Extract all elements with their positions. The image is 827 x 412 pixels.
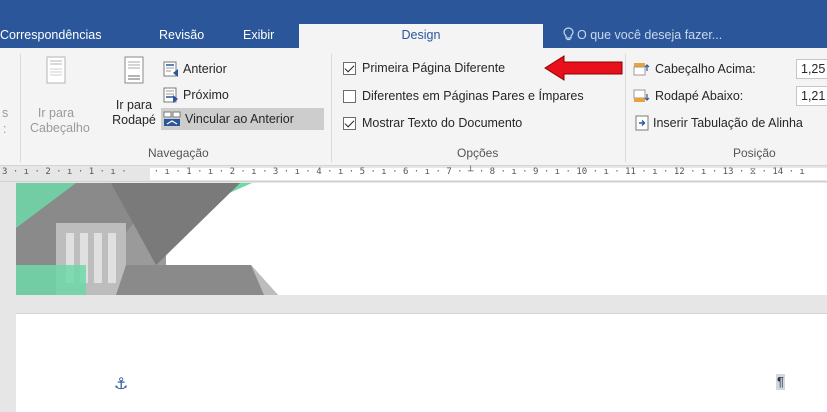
tab-exibir[interactable]: Exibir <box>243 24 274 48</box>
lightbulb-icon <box>563 27 574 41</box>
tab-design[interactable]: Design <box>299 24 543 48</box>
ribbon-design: s : Ir para Cabeçalho Ir para Rodapé Ant… <box>0 48 827 166</box>
cut-off-label-2: : <box>3 122 7 136</box>
document-area: ⚓ ¶ <box>0 183 827 412</box>
page-header-area[interactable] <box>16 183 827 295</box>
checkbox-unchecked[interactable] <box>343 89 356 103</box>
link-to-previous-icon <box>163 111 181 126</box>
previous-button[interactable]: Anterior <box>163 58 227 80</box>
horizontal-ruler[interactable]: 3 · ı · 2 · ı · 1 · ı · · ı · 1 · ı · 2 … <box>0 166 827 182</box>
goto-footer-label-1: Ir para <box>115 98 153 112</box>
tab-revisao[interactable]: Revisão <box>159 24 204 48</box>
footer-from-bottom-field: Rodapé Abaixo: <box>633 85 743 107</box>
alignment-tab-icon <box>635 115 649 131</box>
different-first-page-label: Primeira Página Diferente <box>362 61 506 75</box>
different-first-page-checkbox[interactable]: Primeira Página Diferente <box>343 57 505 79</box>
footer-position-icon <box>633 89 650 102</box>
footer-page-icon <box>124 56 144 84</box>
paragraph-mark-icon: ¶ <box>776 374 785 390</box>
link-to-previous-button[interactable]: Vincular ao Anterior <box>161 108 324 130</box>
next-label: Próximo <box>183 88 229 102</box>
anchor-icon: ⚓ <box>114 376 129 393</box>
header-page-icon <box>46 56 66 84</box>
footer-from-bottom-input[interactable]: 1,21 <box>796 86 827 106</box>
goto-header-button[interactable]: Ir para Cabeçalho <box>30 56 90 136</box>
next-button[interactable]: Próximo <box>163 84 229 106</box>
header-from-top-label: Cabeçalho Acima: <box>655 62 756 76</box>
group-separator <box>331 54 332 162</box>
group-label-opcoes: Opções <box>457 146 499 160</box>
goto-header-label-1: Ir para <box>37 106 75 120</box>
different-odd-even-checkbox[interactable]: Diferentes em Páginas Pares e Ímpares <box>343 85 584 107</box>
header-position-icon <box>633 63 650 76</box>
header-from-top-field: Cabeçalho Acima: <box>633 58 756 80</box>
link-to-previous-label: Vincular ao Anterior <box>185 112 294 126</box>
tab-correspondencias[interactable]: Correspondências <box>0 24 101 48</box>
ruler-ticks: 3 · ı · 2 · ı · 1 · ı · · ı · 1 · ı · 2 … <box>2 167 805 177</box>
checkbox-checked[interactable] <box>343 61 356 75</box>
different-odd-even-label: Diferentes em Páginas Pares e Ímpares <box>362 89 584 103</box>
goto-footer-label-2: Rodapé <box>112 113 156 127</box>
group-separator <box>625 54 626 162</box>
tell-me-text: O que você deseja fazer... <box>577 28 723 42</box>
show-document-text-checkbox[interactable]: Mostrar Texto do Documento <box>343 112 522 134</box>
group-separator <box>20 54 21 162</box>
goto-footer-button[interactable]: Ir para Rodapé <box>111 56 157 128</box>
show-document-text-label: Mostrar Texto do Documento <box>362 116 523 130</box>
tell-me-box[interactable]: O que você deseja fazer... <box>563 24 722 48</box>
page-body[interactable]: ⚓ ¶ <box>16 313 827 412</box>
red-arrow-icon <box>544 55 623 81</box>
insert-alignment-tab-button[interactable]: Inserir Tabulação de Alinha <box>635 112 803 134</box>
ribbon-tab-bar: Correspondências Revisão Exibir Design O… <box>0 0 827 48</box>
next-section-icon <box>163 87 178 103</box>
header-from-top-input[interactable]: 1,25 <box>796 59 827 79</box>
group-label-navegacao: Navegação <box>148 146 209 160</box>
footer-from-bottom-label: Rodapé Abaixo: <box>655 89 744 103</box>
header-graphic <box>16 183 278 295</box>
cut-off-label: s <box>2 106 9 120</box>
checkbox-checked[interactable] <box>343 116 356 130</box>
previous-label: Anterior <box>183 62 227 76</box>
previous-section-icon <box>163 61 178 77</box>
goto-header-label-2: Cabeçalho <box>30 121 90 135</box>
group-label-posicao: Posição <box>733 146 776 160</box>
insert-alignment-tab-label: Inserir Tabulação de Alinha <box>653 116 803 130</box>
